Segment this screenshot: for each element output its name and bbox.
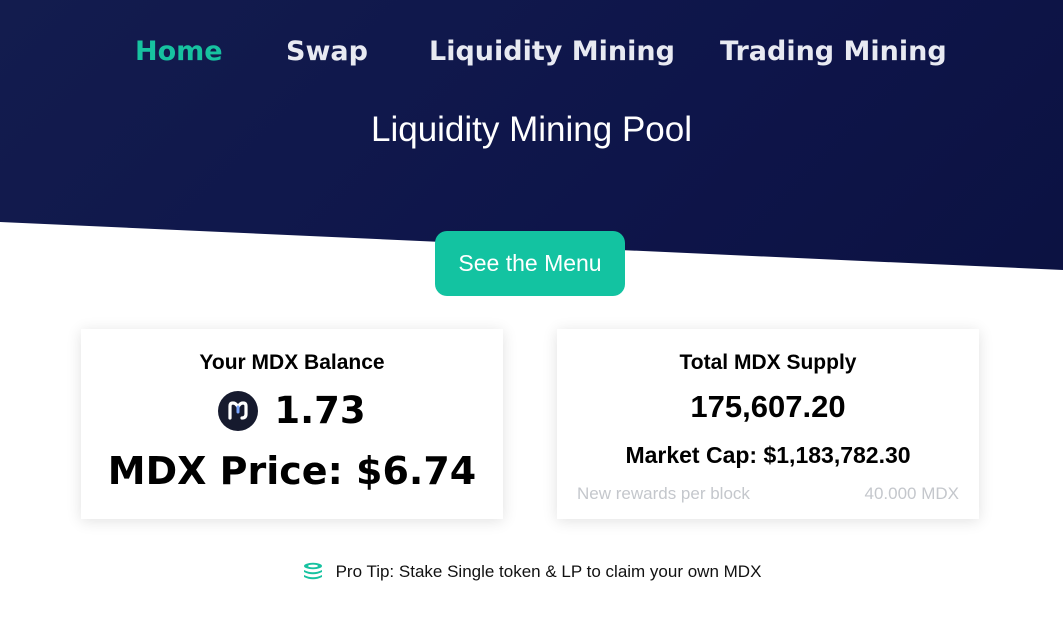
rewards-label: New rewards per block: [577, 484, 750, 503]
mdx-logo-icon: [218, 390, 259, 431]
pro-tip: Pro Tip: Stake Single token & LP to clai…: [0, 561, 1063, 583]
nav-item-home[interactable]: Home: [135, 36, 223, 67]
supply-card: Total MDX Supply 175,607.20 Market Cap: …: [557, 329, 979, 519]
supply-card-title: Total MDX Supply: [679, 351, 857, 374]
rewards-row: New rewards per block 40.000 MDX: [577, 484, 959, 504]
see-menu-button[interactable]: See the Menu: [435, 231, 625, 296]
top-nav: Home Swap Liquidity Mining Trading Minin…: [0, 30, 1063, 78]
balance-card: Your MDX Balance 1.73 MDX Price: $6.74: [81, 329, 503, 519]
mdx-balance-value: 1.73: [274, 389, 366, 432]
nav-item-trading-mining[interactable]: Trading Mining: [720, 36, 947, 67]
balance-card-title: Your MDX Balance: [199, 351, 385, 374]
balance-row: 1.73: [81, 389, 503, 432]
mdx-price: MDX Price: $6.74: [107, 449, 477, 493]
market-cap: Market Cap: $1,183,782.30: [625, 442, 911, 468]
pro-tip-text: Pro Tip: Stake Single token & LP to clai…: [335, 562, 762, 581]
nav-item-liquidity-mining[interactable]: Liquidity Mining: [429, 36, 675, 67]
coins-icon: [302, 561, 324, 583]
page: Home Swap Liquidity Mining Trading Minin…: [0, 0, 1063, 626]
rewards-value: 40.000 MDX: [864, 484, 960, 503]
total-supply-value: 175,607.20: [690, 389, 846, 424]
nav-item-swap[interactable]: Swap: [286, 36, 368, 67]
page-title: Liquidity Mining Pool: [370, 110, 692, 149]
